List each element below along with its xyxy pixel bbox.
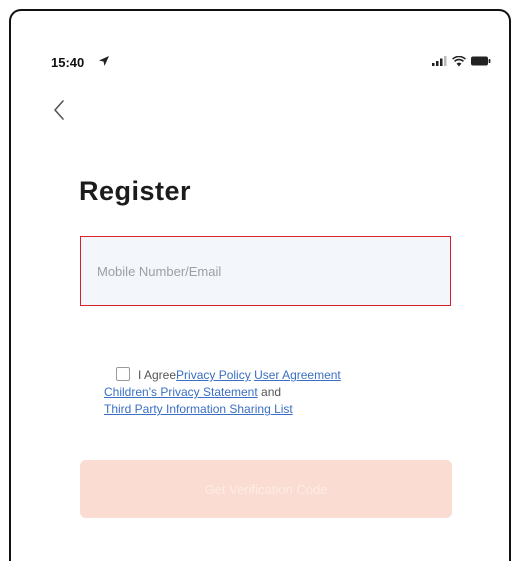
signal-icon	[432, 56, 447, 66]
third-party-link[interactable]: Third Party Information Sharing List	[104, 402, 293, 416]
agreement-line-2: Children's Privacy Statement and	[104, 384, 436, 401]
user-agreement-link[interactable]: User Agreement	[254, 368, 341, 382]
chevron-left-icon[interactable]	[52, 99, 66, 121]
wifi-icon	[452, 55, 466, 66]
location-arrow-icon	[99, 56, 109, 66]
status-icons	[432, 55, 491, 67]
privacy-policy-link[interactable]: Privacy Policy	[176, 368, 251, 382]
page-title: Register	[79, 176, 192, 206]
agree-and: and	[261, 385, 282, 399]
battery-icon	[471, 56, 491, 66]
status-time: 15:40	[51, 55, 85, 70]
agreement-checkbox[interactable]	[116, 367, 130, 381]
account-input[interactable]	[80, 236, 451, 306]
agree-prefix: I Agree	[138, 368, 177, 382]
agreement-line-3: Third Party Information Sharing List	[104, 401, 436, 418]
agreement-text: I AgreePrivacy Policy User Agreement Chi…	[104, 367, 436, 418]
childrens-privacy-link[interactable]: Children's Privacy Statement	[104, 385, 258, 399]
get-verification-code-button[interactable]: Get Verification Code	[80, 460, 452, 518]
